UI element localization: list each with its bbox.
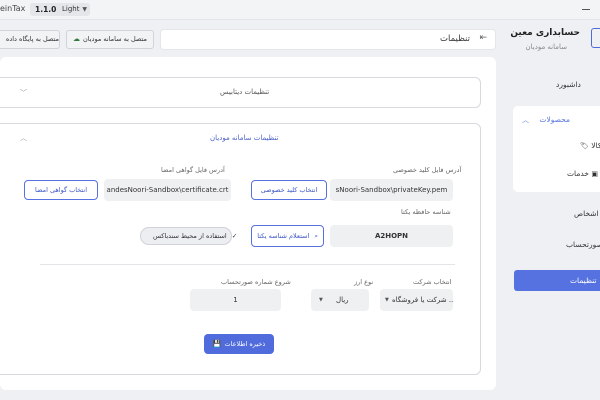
sidebar-item-label: محصولات	[539, 115, 570, 124]
brand-logo-icon	[591, 28, 600, 48]
certificate-label: آدرس فایل گواهی امضا	[161, 166, 225, 174]
inquire-memory-id-button[interactable]: استعلام شناسه یکتا ⌕	[251, 225, 324, 247]
caret-down-icon: ▼	[385, 297, 389, 303]
tax-system-connection-button[interactable]: ☁ متصل به سامانه مودیان	[66, 30, 154, 49]
brand-title: حسابداری معین	[510, 28, 580, 38]
section-divider	[40, 264, 455, 265]
company-select[interactable]: ▼ شرکت یا فروشگاه ...	[380, 289, 453, 311]
sidebar-item-invoices[interactable]: صورتحساب	[566, 240, 600, 249]
theme-select-value: Light	[62, 5, 80, 13]
company-label: انتخاب شرکت	[413, 278, 452, 286]
caret-down-icon: ▼	[319, 297, 323, 303]
version-badge: 1.1.0	[30, 3, 62, 16]
sidebar-item-label: اشخاص	[574, 209, 599, 218]
memory-id-input[interactable]: A2HOPN	[330, 225, 453, 247]
theme-select[interactable]: Light ▼	[58, 3, 90, 16]
certificate-path-input[interactable]: andesNoori-Sandbox\certificate.crt	[104, 179, 231, 201]
save-button-label: ذخیره اطلاعات	[224, 340, 266, 348]
sidebar-item-services[interactable]: خدمات ▣	[567, 169, 598, 178]
sidebar-item-label: داشبورد	[556, 80, 581, 89]
invoice-start-input[interactable]: 1	[190, 289, 281, 311]
sidebar-item-label: کالا	[591, 141, 600, 150]
check-icon: ✓	[231, 232, 238, 240]
search-document-icon: ⌕	[314, 232, 318, 240]
currency-select[interactable]: ▼ ریال	[311, 289, 369, 311]
chevron-up-icon[interactable]: ︿	[20, 133, 27, 143]
app-name: einTax	[0, 4, 26, 13]
minimize-button[interactable]	[582, 9, 590, 10]
sidebar-item-settings[interactable]: تنظیمات	[514, 270, 600, 291]
currency-select-value: ریال	[336, 296, 349, 304]
cloud-icon: ☁	[73, 35, 80, 43]
page-header: تنظیمات ⇤	[160, 29, 496, 50]
page-title: تنظیمات	[440, 34, 470, 44]
choose-private-key-button[interactable]: انتخاب کلید خصوصی	[251, 180, 327, 200]
private-key-label: آدرس فایل کلید خصوصی	[393, 166, 462, 174]
sidebar-item-label: خدمات	[567, 169, 589, 178]
chevron-up-icon: ︿	[522, 116, 529, 124]
save-button[interactable]: 💾 ذخیره اطلاعات	[204, 334, 274, 354]
invoice-start-label: شروع شماره صورتحساب	[221, 278, 291, 286]
inquire-memory-id-label: استعلام شناسه یکتا	[257, 232, 310, 240]
currency-label: نوع ارز	[354, 278, 374, 286]
sidebar-item-products[interactable]: ︿ محصولات	[522, 115, 570, 125]
company-select-value: شرکت یا فروشگاه ...	[392, 296, 453, 304]
database-settings-title: تنظیمات دیتابیس	[220, 88, 270, 96]
briefcase-icon: ▣	[591, 170, 598, 178]
tax-system-settings-title: تنظیمات سامانه مودیان	[210, 134, 279, 142]
private-key-path-input[interactable]: sNoori-Sandbox\privateKey.pem	[330, 179, 453, 201]
chevron-down-icon: ﹀	[20, 89, 27, 97]
memory-id-label: شناسه حافظه یکتا	[401, 208, 451, 216]
sidebar-item-label: تنظیمات	[570, 276, 597, 285]
title-bar: einTax 1.1.0 Light ▼	[0, 0, 600, 20]
database-connection-label: متصل به پایگاه داده	[5, 35, 59, 43]
sidebar-item-persons[interactable]: اشخاص	[574, 209, 599, 218]
sandbox-toggle-label: استفاده از محیط سندباکس	[153, 232, 227, 240]
chevron-down-icon: ▼	[82, 6, 87, 13]
tax-system-connection-label: متصل به سامانه مودیان	[83, 35, 147, 43]
tag-icon: 🏷	[580, 142, 589, 150]
sandbox-toggle[interactable]: استفاده از محیط سندباکس ✓	[140, 227, 237, 245]
choose-certificate-button[interactable]: انتخاب گواهی امضا	[24, 180, 98, 200]
sidebar-item-label: صورتحساب	[566, 240, 600, 249]
back-arrow-icon[interactable]: ⇤	[479, 33, 487, 43]
sidebar-item-dashboard[interactable]: داشبورد	[556, 80, 581, 89]
sidebar-item-goods[interactable]: 🏷 کالا	[580, 141, 600, 150]
database-connection-button[interactable]: متصل به پایگاه داده	[0, 30, 60, 49]
save-icon: 💾	[212, 340, 222, 348]
brand-subtitle: سامانه مودیان	[525, 43, 567, 51]
